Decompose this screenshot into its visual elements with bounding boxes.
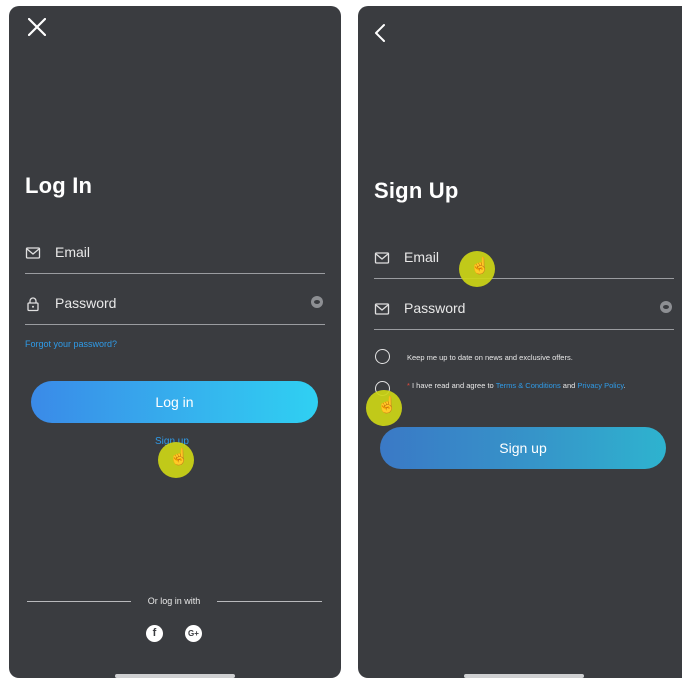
mail-icon <box>374 303 390 315</box>
mail-icon <box>374 252 390 264</box>
divider-right <box>217 601 322 602</box>
signup-screen: Sign Up Email ☝ Password Keep me up to d… <box>358 6 682 678</box>
newsletter-label: Keep me up to date on news and exclusive… <box>407 353 573 362</box>
close-icon[interactable] <box>28 18 46 36</box>
chevron-left-icon[interactable] <box>374 23 386 43</box>
hand-pointer-icon: ☝ <box>470 258 490 275</box>
terms-suffix: . <box>623 381 626 390</box>
password-field[interactable]: Password <box>374 295 674 330</box>
home-indicator <box>115 674 235 678</box>
email-label: Email <box>404 249 440 265</box>
login-button[interactable]: Log in <box>31 381 318 423</box>
password-field[interactable]: Password <box>25 290 325 325</box>
email-field[interactable]: Email <box>374 244 674 279</box>
hand-pointer-icon: ☝ <box>169 449 189 466</box>
privacy-link[interactable]: Privacy Policy <box>577 381 623 390</box>
terms-and: and <box>560 381 578 390</box>
tap-cursor-icon: ☝ <box>158 442 194 478</box>
mail-icon <box>25 247 41 259</box>
password-label: Password <box>404 300 466 316</box>
lock-icon <box>27 297 39 312</box>
hand-pointer-icon: ☝ <box>377 397 397 414</box>
page-title: Log In <box>25 173 93 198</box>
email-label: Email <box>55 244 91 260</box>
login-screen: Log In Email Password Forgot your passwo… <box>9 6 341 678</box>
forgot-password-link[interactable]: Forgot your password? <box>25 339 117 349</box>
terms-prefix: I have read and agree to <box>409 381 496 390</box>
tap-cursor-icon: ☝ <box>366 390 402 426</box>
email-field[interactable]: Email <box>25 239 325 274</box>
terms-label: * I have read and agree to Terms & Condi… <box>407 380 677 391</box>
signup-button[interactable]: Sign up <box>380 427 666 469</box>
show-password-icon[interactable] <box>660 301 672 313</box>
newsletter-radio[interactable] <box>375 349 390 364</box>
divider-left <box>27 601 131 602</box>
terms-link[interactable]: Terms & Conditions <box>496 381 561 390</box>
page-title: Sign Up <box>374 178 459 203</box>
google-plus-icon[interactable]: G+ <box>185 625 202 642</box>
password-label: Password <box>55 295 117 311</box>
or-login-with-label: Or log in with <box>147 596 201 606</box>
tap-cursor-icon: ☝ <box>459 251 495 287</box>
show-password-icon[interactable] <box>311 296 323 308</box>
home-indicator <box>464 674 584 678</box>
facebook-icon[interactable]: f <box>146 625 163 642</box>
